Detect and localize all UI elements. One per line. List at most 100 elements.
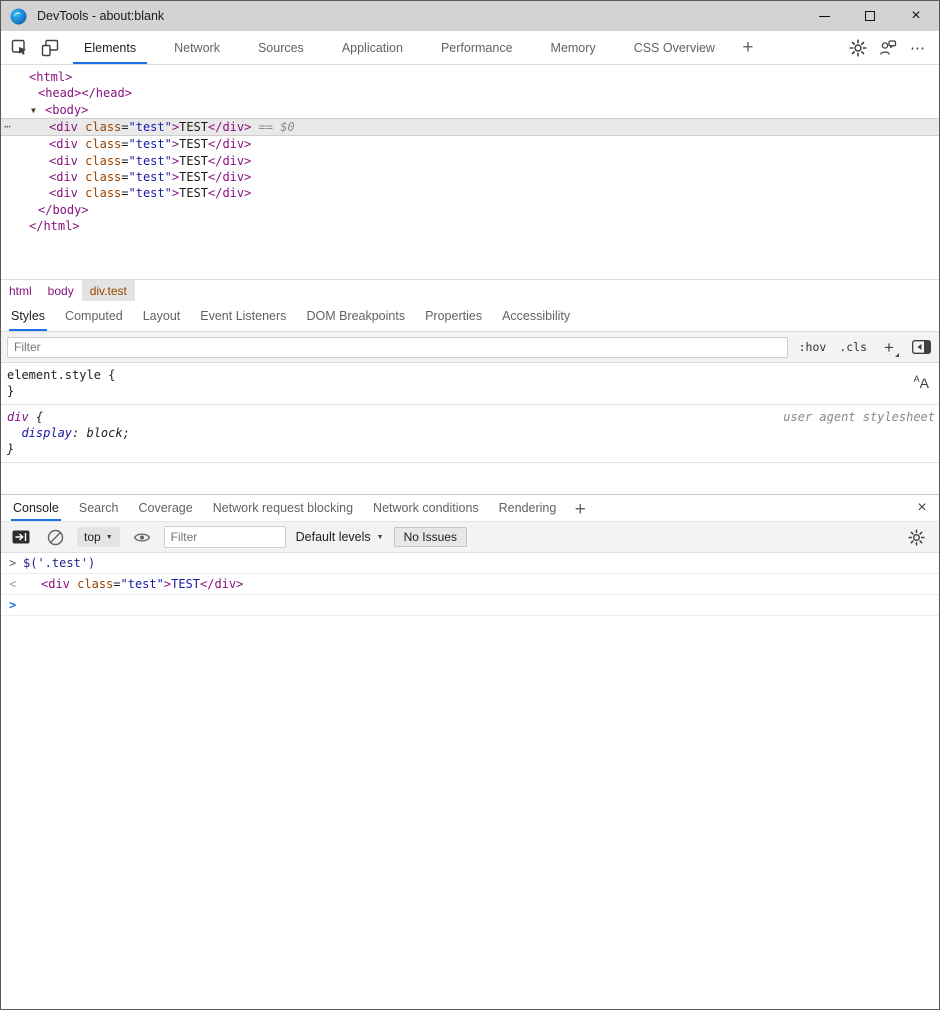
tab-sources[interactable]: Sources [239, 31, 323, 64]
sidebar-panel-icon [912, 340, 931, 354]
window-controls: × [801, 1, 939, 31]
console-result-chevron-icon: < [9, 577, 23, 591]
drawer-tab-rendering[interactable]: Rendering [489, 495, 567, 521]
console-settings-gear-icon [908, 529, 925, 546]
main-tab-strip: ElementsNetworkSourcesApplicationPerform… [65, 31, 734, 64]
tree-row[interactable]: <html> [1, 69, 939, 85]
tab-css-overview[interactable]: CSS Overview [615, 31, 734, 64]
chevron-down-icon: ▼ [377, 534, 384, 541]
close-drawer-button[interactable]: × [905, 495, 939, 521]
settings-button[interactable] [843, 33, 873, 63]
styles-tab-strip: StylesComputedLayoutEvent ListenersDOM B… [1, 301, 580, 331]
close-drawer-icon: × [917, 499, 926, 516]
tab-application[interactable]: Application [323, 31, 422, 64]
feedback-icon [879, 39, 897, 57]
tab-network[interactable]: Network [155, 31, 239, 64]
styles-filter-input[interactable] [7, 337, 788, 358]
device-toolbar-button[interactable] [35, 33, 65, 63]
live-expression-button[interactable] [130, 522, 154, 552]
more-options-icon: ⋯ [910, 39, 926, 57]
tree-row[interactable]: </html> [1, 218, 939, 234]
toggle-element-classes-button[interactable]: .cls [837, 338, 869, 356]
console-input-chevron-icon: > [9, 598, 23, 612]
title-bar: DevTools - about:blank × [1, 1, 939, 31]
styles-tab-event-listeners[interactable]: Event Listeners [190, 301, 296, 331]
javascript-context-dropdown[interactable]: top ▼ [77, 527, 120, 547]
console-sidebar-icon [12, 530, 30, 544]
console-input[interactable]: > [1, 595, 939, 616]
tree-row[interactable]: <head></head> [1, 85, 939, 101]
tab-performance[interactable]: Performance [422, 31, 532, 64]
tab-memory[interactable]: Memory [532, 31, 615, 64]
drawer-tab-console[interactable]: Console [3, 495, 69, 521]
tree-row-selected[interactable]: ⋯<div class="test">TEST</div> == $0 [1, 118, 939, 136]
close-icon: × [911, 8, 920, 24]
styles-pane: element.style {}div { display: block;}us… [1, 363, 939, 454]
console-toolbar: top ▼ Default levels ▼ No Issues [1, 522, 939, 553]
main-toolbar: ElementsNetworkSourcesApplicationPerform… [1, 31, 939, 65]
styles-tab-styles[interactable]: Styles [1, 301, 55, 331]
empty-area [1, 616, 939, 1009]
no-issues-badge[interactable]: No Issues [394, 527, 467, 547]
log-levels-dropdown[interactable]: Default levels ▼ [296, 530, 384, 544]
minimize-button[interactable] [801, 1, 847, 31]
console-result: <<div class="test">TEST</div> [1, 574, 939, 595]
styles-tab-bar: StylesComputedLayoutEvent ListenersDOM B… [1, 301, 939, 332]
computed-sidebar-toggle-button[interactable] [909, 335, 933, 359]
row-actions-icon[interactable]: ⋯ [4, 119, 12, 135]
context-label: top [84, 530, 101, 544]
inspect-element-button[interactable] [5, 33, 35, 63]
drawer-tab-search[interactable]: Search [69, 495, 129, 521]
styles-tab-layout[interactable]: Layout [133, 301, 191, 331]
drawer-tab-bar: ConsoleSearchCoverageNetwork request blo… [1, 494, 939, 522]
edge-devtools-icon [10, 8, 27, 25]
tree-row[interactable]: <div class="test">TEST</div> [1, 169, 939, 185]
tree-row[interactable]: <div class="test">TEST</div> [1, 153, 939, 169]
console-settings-button[interactable] [901, 522, 931, 552]
styles-tab-accessibility[interactable]: Accessibility [492, 301, 580, 331]
drawer-tab-strip: ConsoleSearchCoverageNetwork request blo… [3, 495, 566, 521]
levels-label: Default levels [296, 530, 371, 544]
console-sidebar-button[interactable] [9, 522, 33, 552]
minimize-icon [819, 16, 830, 17]
console-filter-input[interactable] [164, 526, 286, 548]
crumb-body[interactable]: body [40, 280, 82, 301]
customize-menu-button[interactable]: ⋯ [903, 33, 933, 63]
drawer-tab-network-request-blocking[interactable]: Network request blocking [203, 495, 363, 521]
style-rule-0[interactable]: element.style {} [1, 363, 939, 405]
crumb-html[interactable]: html [1, 280, 40, 301]
styles-tab-dom-breakpoints[interactable]: DOM Breakpoints [296, 301, 415, 331]
styles-tab-properties[interactable]: Properties [415, 301, 492, 331]
crumb-div-test[interactable]: div.test [82, 280, 135, 301]
tree-row[interactable]: </body> [1, 202, 939, 218]
close-button[interactable]: × [893, 1, 939, 31]
console-log: >$('.test')<<div class="test">TEST</div>… [1, 553, 939, 616]
font-size-toggle-button[interactable]: AA [914, 375, 929, 390]
window-title: DevTools - about:blank [37, 9, 801, 23]
styles-filter-bar: :hov .cls + [1, 332, 939, 363]
stylesheet-origin-label: user agent stylesheet [783, 410, 935, 424]
more-tools-button[interactable]: + [734, 34, 762, 62]
drawer-tab-network-conditions[interactable]: Network conditions [363, 495, 489, 521]
maximize-icon [865, 11, 875, 21]
tree-row[interactable]: <div class="test">TEST</div> [1, 136, 939, 152]
maximize-button[interactable] [847, 1, 893, 31]
drawer-tab-coverage[interactable]: Coverage [128, 495, 202, 521]
toggle-pseudo-state-button[interactable]: :hov [797, 338, 829, 356]
new-style-rule-button[interactable]: + [878, 336, 900, 358]
styles-tab-computed[interactable]: Computed [55, 301, 133, 331]
console-command-chevron-icon: > [9, 556, 23, 570]
eye-icon [133, 531, 151, 544]
style-rule-1[interactable]: div { display: block;}user agent stylesh… [1, 405, 939, 463]
expander-icon[interactable]: ▼ [31, 103, 45, 119]
tree-row[interactable]: ▼<body> [1, 102, 939, 118]
clear-console-icon [47, 529, 64, 546]
tree-row[interactable]: <div class="test">TEST</div> [1, 185, 939, 201]
chevron-down-icon: ▼ [106, 534, 113, 541]
clear-console-button[interactable] [43, 522, 67, 552]
tab-elements[interactable]: Elements [65, 31, 155, 64]
elements-tree: <html><head></head>▼<body>⋯<div class="t… [1, 65, 939, 279]
feedback-button[interactable] [873, 33, 903, 63]
more-drawer-tools-button[interactable]: + [566, 495, 594, 523]
device-toolbar-icon [41, 39, 59, 57]
